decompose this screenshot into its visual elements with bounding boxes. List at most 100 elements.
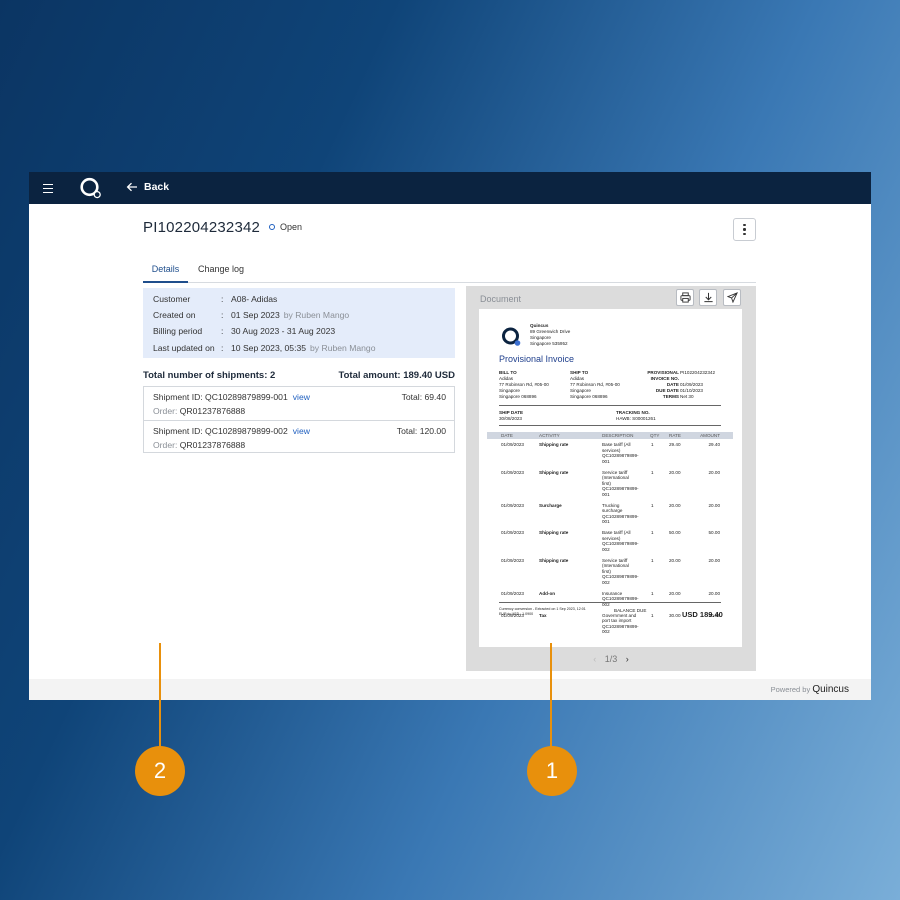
invoice-company-address: 89 Greenwich Drive bbox=[530, 329, 571, 334]
line-qty: 1 bbox=[651, 612, 654, 618]
line-qty: 1 bbox=[651, 502, 654, 508]
summary-by: by Ruben Mango bbox=[310, 343, 376, 353]
balance-due-amount: USD 189.40 bbox=[682, 610, 723, 619]
line-description: 001 bbox=[602, 458, 610, 464]
shipment-id: Shipment ID: QC10289879899-002 bbox=[153, 426, 288, 436]
shipment-row: Shipment ID: QC10289879899-002 view Order… bbox=[144, 420, 454, 453]
callout-1-line bbox=[550, 643, 552, 755]
back-button[interactable]: Back bbox=[126, 181, 169, 193]
page-indicator: 1/3 bbox=[604, 654, 618, 664]
line-qty: 1 bbox=[651, 557, 654, 563]
line-description: 002 bbox=[602, 579, 610, 585]
invoice-company-address: Singapore 535952 bbox=[530, 341, 568, 346]
line-rate: 20.00 bbox=[669, 557, 681, 563]
line-description: 002 bbox=[602, 629, 610, 634]
summary-label: Created on bbox=[153, 310, 196, 320]
line-date: 01/09/2023 bbox=[501, 590, 524, 596]
invoice-meta-label: DUE DATE bbox=[655, 388, 679, 393]
print-button[interactable] bbox=[676, 289, 694, 306]
status-dot-icon bbox=[269, 224, 275, 230]
column-header: DESCRIPTION bbox=[602, 433, 634, 438]
document-label: Document bbox=[480, 294, 522, 304]
line-qty: 1 bbox=[651, 530, 654, 535]
line-amount: 20.00 bbox=[708, 469, 721, 475]
document-pager: ‹ 1/3 › bbox=[466, 654, 756, 664]
line-rate: 30.00 bbox=[669, 612, 681, 618]
shipment-total: Total: 69.40 bbox=[401, 392, 446, 402]
invoice-meta-value: 01/09/2023 bbox=[680, 382, 703, 387]
tab-change-log[interactable]: Change log bbox=[198, 264, 244, 283]
brand-name: Quincus bbox=[812, 684, 849, 695]
column-header: ACTIVITY bbox=[539, 433, 560, 438]
tracking-label: TRACKING NO. bbox=[616, 410, 650, 415]
summary-value: 10 Sep 2023, 05:35 bbox=[231, 343, 307, 353]
document-panel: Document Quincus 89 Greenwich Drive Sing… bbox=[466, 286, 756, 671]
line-rate: 20.00 bbox=[669, 502, 681, 508]
arrow-left-icon bbox=[126, 182, 137, 192]
line-activity: Shipping rate bbox=[539, 442, 569, 447]
invoice-meta-label: PROVISIONAL bbox=[647, 370, 679, 375]
ship-to-label: SHIP TO bbox=[570, 370, 589, 375]
printer-icon bbox=[679, 292, 691, 303]
powered-by-label: Powered by bbox=[770, 685, 811, 694]
bill-to-line: Adidas bbox=[499, 376, 514, 381]
tracking-number: HAWB: S00001261 bbox=[616, 416, 656, 421]
line-date: 01/09/2023 bbox=[501, 557, 524, 563]
ship-to-line: Adidas bbox=[570, 376, 585, 381]
more-options-button[interactable] bbox=[733, 218, 756, 241]
download-button[interactable] bbox=[699, 289, 717, 306]
bill-to-line: 77 Robinson Rd, #05-00 bbox=[499, 382, 549, 387]
ship-date: 30/08/2023 bbox=[499, 416, 522, 421]
invoice-company-address: Singapore bbox=[530, 335, 551, 340]
column-header: AMOUNT bbox=[700, 433, 720, 438]
send-button[interactable] bbox=[723, 289, 741, 306]
order-label: Order: bbox=[153, 440, 178, 450]
line-rate: 20.00 bbox=[669, 469, 681, 475]
status-label: Open bbox=[280, 222, 303, 232]
summary-value: 30 Aug 2023 - 31 Aug 2023 bbox=[231, 326, 336, 336]
order-label: Order: bbox=[153, 406, 178, 416]
shipment-row: Shipment ID: QC10289879899-001 view Order… bbox=[144, 387, 454, 420]
line-amount: 20.00 bbox=[708, 557, 721, 563]
status-badge: Open bbox=[269, 222, 302, 232]
invoice-meta-value: PI102204232342 bbox=[680, 370, 715, 375]
balance-due-label: BALANCE DUE bbox=[614, 608, 647, 613]
top-bar: Back bbox=[29, 172, 871, 204]
line-qty: 1 bbox=[651, 590, 654, 596]
invoice-logo-icon bbox=[502, 327, 521, 346]
line-amount: 50.00 bbox=[708, 530, 721, 535]
send-icon bbox=[726, 292, 738, 303]
summary-row-billing-period: Billing period:30 Aug 2023 - 31 Aug 2023 bbox=[153, 326, 336, 336]
line-activity: Shipping rate bbox=[539, 557, 569, 563]
invoice-company: Quincus bbox=[530, 323, 549, 328]
column-header: RATE bbox=[669, 433, 681, 438]
line-rate: 50.00 bbox=[669, 530, 681, 535]
order-id: QR01237876888 bbox=[179, 406, 246, 416]
line-date: 01/09/2023 bbox=[501, 502, 524, 508]
ship-date-label: SHIP DATE bbox=[499, 410, 524, 415]
summary-label: Customer bbox=[153, 294, 191, 304]
invoice-meta-value: Net 30 bbox=[680, 394, 694, 399]
line-date: 01/09/2023 bbox=[501, 530, 524, 535]
view-shipment-link[interactable]: view bbox=[293, 426, 310, 436]
hamburger-menu-icon[interactable] bbox=[43, 181, 53, 195]
quincus-logo-icon bbox=[80, 177, 101, 199]
invoice-meta-value: 01/10/2023 bbox=[680, 388, 703, 393]
back-label: Back bbox=[144, 181, 170, 193]
summary-row-customer: Customer: A08- Adidas bbox=[153, 294, 278, 304]
summary-row-created: Created on:01 Sep 2023 by Ruben Mango bbox=[153, 310, 350, 320]
prev-page-button[interactable]: ‹ bbox=[593, 654, 596, 664]
total-shipments: Total number of shipments: 2 bbox=[143, 370, 276, 381]
page-title: PI102204232342 bbox=[143, 219, 261, 236]
line-qty: 1 bbox=[651, 442, 654, 447]
line-rate: 20.00 bbox=[669, 590, 681, 596]
view-shipment-link[interactable]: view bbox=[293, 392, 310, 402]
summary-by: by Ruben Mango bbox=[283, 310, 350, 320]
line-amount: 20.00 bbox=[708, 502, 721, 508]
tab-details[interactable]: Details bbox=[143, 264, 188, 283]
bill-to-label: BILL TO bbox=[499, 370, 517, 375]
summary-row-last-updated: Last updated on:10 Sep 2023, 05:35 by Rub… bbox=[153, 343, 376, 353]
invoice-meta-label: INVOICE NO. bbox=[650, 376, 679, 381]
powered-by: Powered by Quincus bbox=[771, 684, 849, 695]
next-page-button[interactable]: › bbox=[626, 654, 629, 664]
